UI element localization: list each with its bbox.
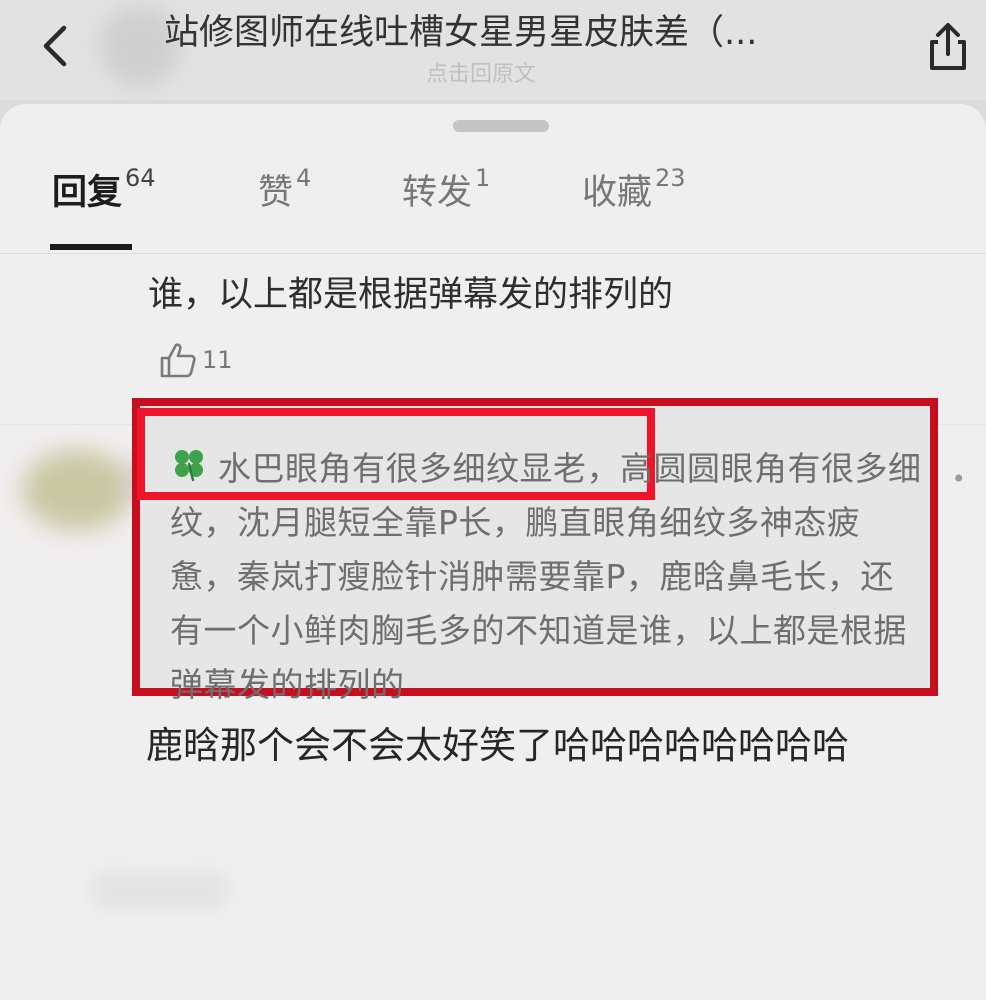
tab-label: 转发 (402, 173, 473, 213)
next-commenter-avatar[interactable] (90, 870, 230, 910)
tab-label: 收藏 (582, 173, 653, 213)
share-icon (930, 23, 966, 70)
drag-handle[interactable] (453, 120, 549, 132)
page-title: 站修图师在线吐槽女星男星皮肤差（... (164, 13, 758, 53)
tab-count: 64 (125, 164, 156, 192)
tab-label: 回复 (52, 173, 123, 213)
view-original-link[interactable]: 点击回原文 (426, 56, 536, 88)
reply-text: 鹿晗那个会不会太好笑了哈哈哈哈哈哈哈哈 (146, 724, 849, 767)
tab-reposts[interactable]: 转发 1 (402, 164, 490, 215)
share-button[interactable] (918, 16, 978, 78)
quote-highlighted-text: 水巴眼角有很多细纹显老， (218, 449, 620, 488)
active-tab-indicator (50, 244, 132, 250)
tab-count: 23 (655, 164, 686, 192)
tab-label: 赞 (258, 173, 294, 213)
tab-replies[interactable]: 回复 64 (52, 164, 156, 215)
commenter-avatar[interactable] (22, 450, 132, 530)
tab-count: 1 (475, 164, 491, 192)
clover-icon (175, 450, 203, 482)
tab-likes[interactable]: 赞 4 (258, 164, 311, 215)
quote-line-rest: 高圆圆眼角有很 (620, 449, 855, 488)
thumbs-up-icon (160, 343, 196, 378)
tab-count: 4 (296, 164, 312, 192)
like-button[interactable]: 11 (158, 340, 233, 380)
tabs-divider (0, 253, 986, 254)
quoted-comment: 水巴眼角有很多细纹显老，高圆圆眼角有很多细纹，沈月腿短全靠P长，鹏直眼角细纹多神… (170, 442, 922, 712)
tab-favorites[interactable]: 收藏 23 (582, 164, 686, 215)
chevron-left-icon (43, 25, 67, 67)
top-bar: 站修图师在线吐槽女星男星皮肤差（... 点击回原文 (0, 0, 986, 100)
like-count: 11 (202, 346, 233, 374)
back-button[interactable] (30, 18, 80, 74)
previous-comment-text: 谁，以上都是根据弹幕发的排列的 (148, 275, 674, 315)
